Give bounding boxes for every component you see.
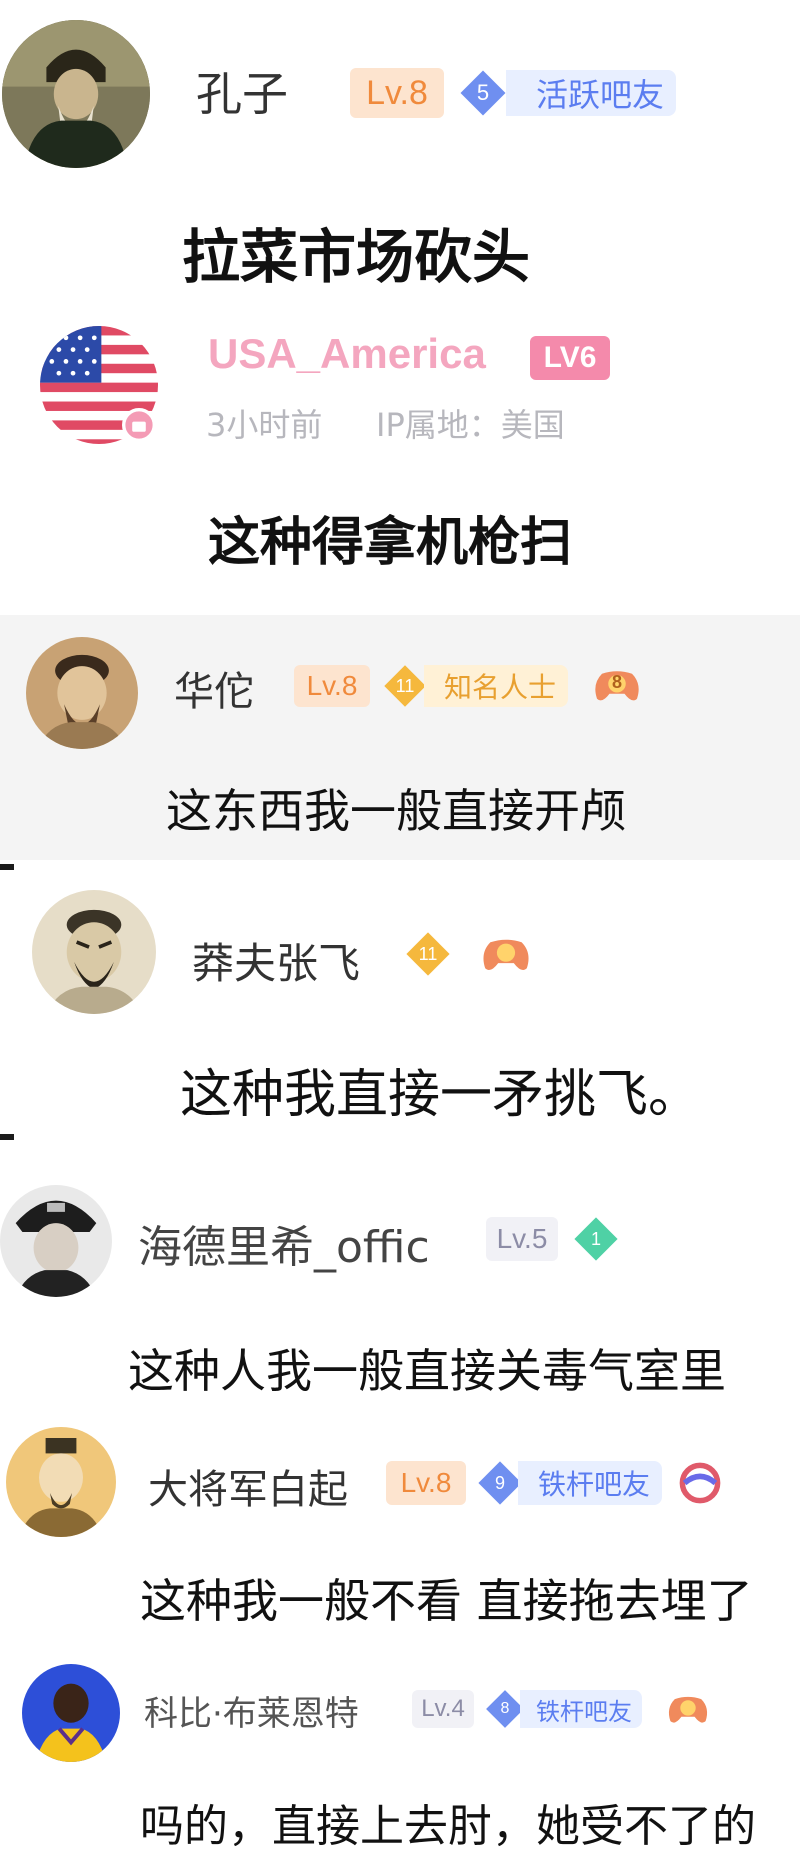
rank-title-tag: 知名人士 bbox=[424, 665, 569, 707]
level-badge: LV6 bbox=[530, 336, 610, 380]
divider bbox=[0, 864, 14, 870]
avatar[interactable] bbox=[32, 890, 156, 1014]
hua-tuo-portrait-icon bbox=[26, 637, 138, 749]
avatar[interactable] bbox=[2, 20, 150, 168]
comment-card: 莽夫张飞 11 这种我直接一矛挑飞。 bbox=[0, 860, 800, 1135]
username[interactable]: USA_America bbox=[208, 330, 486, 378]
level-badge: Lv.8 bbox=[350, 68, 444, 118]
avatar[interactable] bbox=[0, 1185, 112, 1297]
username[interactable]: 孔子 bbox=[196, 58, 288, 124]
gamepad-number: 8 bbox=[611, 671, 622, 692]
ip-location: IP属地：美国 bbox=[376, 406, 565, 444]
comment-text: 这种人我一般直接关毒气室里 bbox=[128, 1344, 726, 1398]
rank-title-tag: 活跃吧友 bbox=[506, 70, 677, 116]
rank-title-tag: 铁杆吧友 bbox=[520, 1690, 642, 1728]
confucius-portrait-icon bbox=[2, 20, 150, 168]
rank-number: 11 bbox=[418, 943, 438, 964]
avatar[interactable] bbox=[22, 1664, 120, 1762]
level-badge: Lv.5 bbox=[486, 1217, 558, 1261]
comment-card: 科比·布莱恩特 Lv.4 8 铁杆吧友 吗的，直接上去肘，她受不了的 bbox=[0, 1650, 800, 1867]
comment-card: 孔子 Lv.8 5 活跃吧友 拉菜市场砍头 bbox=[0, 0, 800, 300]
comment-text: 吗的，直接上去肘，她受不了的 bbox=[140, 1801, 756, 1852]
comment-text: 这种我直接一矛挑飞。 bbox=[180, 1065, 701, 1125]
officer-portrait-icon bbox=[0, 1185, 112, 1297]
username[interactable]: 莽夫张飞 bbox=[192, 930, 360, 991]
level-badge: Lv.8 bbox=[294, 665, 370, 707]
post-time: 3小时前 bbox=[206, 406, 323, 444]
comment-text: 拉菜市场砍头 bbox=[182, 223, 531, 291]
verified-badge-icon bbox=[122, 408, 156, 442]
username[interactable]: 大将军白起 bbox=[148, 1457, 348, 1515]
comment-text: 这东西我一般直接开颅 bbox=[166, 784, 626, 838]
avatar[interactable] bbox=[26, 637, 138, 749]
comment-card: 大将军白起 Lv.8 9 铁杆吧友 这种我一般不看 直接拖去埋了 bbox=[0, 1425, 800, 1650]
app-logo-icon bbox=[679, 1462, 721, 1504]
level-badge: Lv.4 bbox=[412, 1690, 474, 1728]
avatar[interactable] bbox=[6, 1427, 116, 1537]
comment-card: 海德里希_offic Lv.5 1 这种人我一般直接关毒气室里 bbox=[0, 1135, 800, 1425]
rank-number: 1 bbox=[590, 1228, 601, 1249]
username[interactable]: 华佗 bbox=[174, 659, 254, 717]
basketball-player-portrait-icon bbox=[22, 1664, 120, 1762]
rank-number: 5 bbox=[476, 80, 490, 105]
rank-number: 9 bbox=[494, 1472, 505, 1493]
level-badge: Lv.8 bbox=[386, 1461, 466, 1505]
bai-qi-portrait-icon bbox=[6, 1427, 116, 1537]
gamepad-icon bbox=[483, 939, 529, 971]
comment-card: 华佗 Lv.8 11 知名人士 8 这东西我一般直接开颅 bbox=[0, 615, 800, 860]
comment-card: USA_America LV6 3小时前 IP属地：美国 这种得拿机枪扫 bbox=[0, 300, 800, 615]
username[interactable]: 科比·布莱恩特 bbox=[144, 1686, 359, 1735]
zhang-fei-portrait-icon bbox=[32, 890, 156, 1014]
rank-number: 11 bbox=[395, 675, 415, 696]
comment-text: 这种我一般不看 直接拖去埋了 bbox=[140, 1574, 753, 1628]
username[interactable]: 海德里希_offic bbox=[138, 1211, 430, 1275]
rank-title-tag: 铁杆吧友 bbox=[518, 1461, 663, 1505]
gamepad-icon bbox=[668, 1696, 708, 1723]
divider bbox=[0, 1134, 14, 1140]
comment-text: 这种得拿机枪扫 bbox=[208, 513, 573, 573]
